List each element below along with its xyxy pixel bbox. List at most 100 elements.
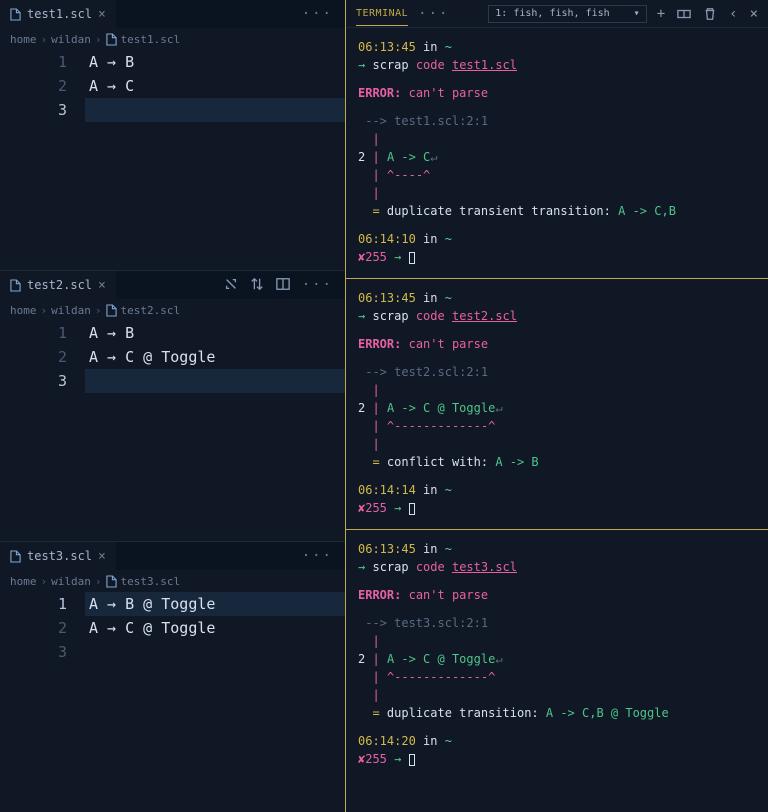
code-lines[interactable]: A → B @ Toggle A → C @ Toggle: [85, 592, 345, 664]
tab-bar: test1.scl × ···: [0, 0, 345, 28]
bc-home: home: [10, 575, 37, 588]
pipe-icon: |: [372, 401, 379, 415]
prompt-cwd: ~: [445, 291, 452, 305]
pipe-icon: |: [372, 150, 379, 164]
prompt-arrow-icon: →: [394, 501, 401, 515]
terminal-block-1: 06:13:45 in ~ → scrap code test1.scl ERR…: [346, 38, 768, 279]
code-area[interactable]: 1 2 3 A → B A → C @ Toggle: [0, 321, 345, 393]
file-icon: [106, 304, 117, 317]
code-lines[interactable]: A → B A → C @ Toggle: [85, 321, 345, 393]
error-label: ERROR:: [358, 588, 401, 602]
file-arg[interactable]: test2.scl: [452, 309, 517, 323]
split-terminal-icon[interactable]: [677, 7, 691, 21]
gutter: 1 2 3: [0, 321, 85, 393]
more-icon[interactable]: ···: [302, 548, 333, 564]
breadcrumb[interactable]: home › wildan › test3.scl: [0, 570, 345, 592]
cursor: [409, 754, 415, 766]
command: scrap: [372, 58, 408, 72]
tab-test3[interactable]: test3.scl ×: [0, 542, 116, 570]
editor-column: test1.scl × ··· home › wildan › test1.sc…: [0, 0, 345, 812]
bc-file: test3.scl: [121, 575, 181, 588]
file-arg[interactable]: test3.scl: [452, 560, 517, 574]
editor-pane-1: test1.scl × ··· home › wildan › test1.sc…: [0, 0, 345, 271]
compare-icon[interactable]: [250, 277, 264, 291]
tab-bar: test2.scl × ···: [0, 271, 345, 299]
close-icon[interactable]: ×: [98, 278, 106, 293]
code-area[interactable]: 1 2 3 A → B @ Toggle A → C @ Toggle: [0, 592, 345, 664]
pipe-icon: |: [372, 186, 379, 200]
error-msg: can't parse: [409, 337, 488, 351]
line-number: 2: [358, 150, 365, 164]
prompt-cwd: ~: [445, 483, 452, 497]
file-arg[interactable]: test1.scl: [452, 58, 517, 72]
timestamp: 06:14:10: [358, 232, 416, 246]
shell-dropdown[interactable]: 1: fish, fish, fish ▾: [488, 5, 646, 23]
subcommand: code: [416, 309, 445, 323]
prompt-arrow-icon: →: [358, 58, 365, 72]
diff-icon[interactable]: [224, 277, 238, 291]
gutter: 1 2 3: [0, 592, 85, 664]
note-code: A -> B: [495, 455, 538, 469]
timestamp: 06:14:20: [358, 734, 416, 748]
breadcrumb[interactable]: home › wildan › test2.scl: [0, 299, 345, 321]
error-location: --> test3.scl:2:1: [365, 616, 488, 630]
terminal-block-3: 06:13:45 in ~ → scrap code test3.scl ERR…: [346, 540, 768, 780]
file-icon: [10, 550, 21, 563]
bc-user: wildan: [51, 33, 91, 46]
bc-user: wildan: [51, 304, 91, 317]
tab-actions: ···: [302, 6, 345, 22]
bc-user: wildan: [51, 575, 91, 588]
equals-icon: =: [372, 204, 379, 218]
prompt-cwd: ~: [445, 542, 452, 556]
plus-icon[interactable]: +: [657, 6, 665, 22]
chevron-left-icon[interactable]: ‹: [729, 6, 737, 22]
underline: ^-------------^: [387, 670, 495, 684]
close-icon[interactable]: ×: [98, 7, 106, 22]
note-code: A -> C,B @ Toggle: [546, 706, 669, 720]
close-panel-icon[interactable]: ×: [750, 6, 758, 22]
pipe-icon: |: [372, 670, 379, 684]
terminal-actions: + ‹ ×: [657, 6, 758, 22]
exit-code: ✘255: [358, 501, 387, 515]
pipe-icon: |: [372, 132, 379, 146]
code-area[interactable]: 1 2 3 A → B A → C: [0, 50, 345, 122]
prompt-in: in: [423, 734, 437, 748]
prompt-cwd: ~: [445, 734, 452, 748]
tab-label: test1.scl: [27, 7, 92, 21]
tab-test1[interactable]: test1.scl ×: [0, 0, 116, 28]
prompt-arrow-icon: →: [394, 250, 401, 264]
more-icon[interactable]: ···: [302, 277, 333, 293]
code-lines[interactable]: A → B A → C: [85, 50, 345, 122]
split-icon[interactable]: [276, 277, 290, 291]
tab-test2[interactable]: test2.scl ×: [0, 271, 116, 299]
trash-icon[interactable]: [703, 7, 717, 21]
prompt-cwd: ~: [445, 232, 452, 246]
editor-pane-2: test2.scl × ··· home › wildan › test2.sc…: [0, 271, 345, 542]
tab-actions: ···: [302, 548, 345, 564]
terminal-tab[interactable]: TERMINAL: [356, 8, 408, 26]
terminal-body[interactable]: 06:13:45 in ~ → scrap code test1.scl ERR…: [346, 28, 768, 812]
editor-pane-3: test3.scl × ··· home › wildan › test3.sc…: [0, 542, 345, 812]
error-label: ERROR:: [358, 86, 401, 100]
chevron-right-icon: ›: [95, 33, 102, 46]
more-icon[interactable]: ···: [302, 6, 333, 22]
exit-code: ✘255: [358, 250, 387, 264]
error-msg: can't parse: [409, 588, 488, 602]
equals-icon: =: [372, 455, 379, 469]
timestamp: 06:13:45: [358, 291, 416, 305]
prompt-in: in: [423, 542, 437, 556]
close-icon[interactable]: ×: [98, 549, 106, 564]
chevron-right-icon: ›: [41, 575, 48, 588]
pipe-icon: |: [372, 168, 379, 182]
code-snippet: A -> C @ Toggle: [387, 652, 495, 666]
chevron-right-icon: ›: [41, 33, 48, 46]
dropdown-label: 1: fish, fish, fish: [495, 8, 609, 19]
error-location: --> test2.scl:2:1: [365, 365, 488, 379]
error-msg: can't parse: [409, 86, 488, 100]
note-text: duplicate transition:: [387, 706, 539, 720]
breadcrumb[interactable]: home › wildan › test1.scl: [0, 28, 345, 50]
prompt-in: in: [423, 232, 437, 246]
pipe-icon: |: [372, 634, 379, 648]
line-number: 2: [358, 652, 365, 666]
more-icon[interactable]: ···: [418, 6, 449, 22]
